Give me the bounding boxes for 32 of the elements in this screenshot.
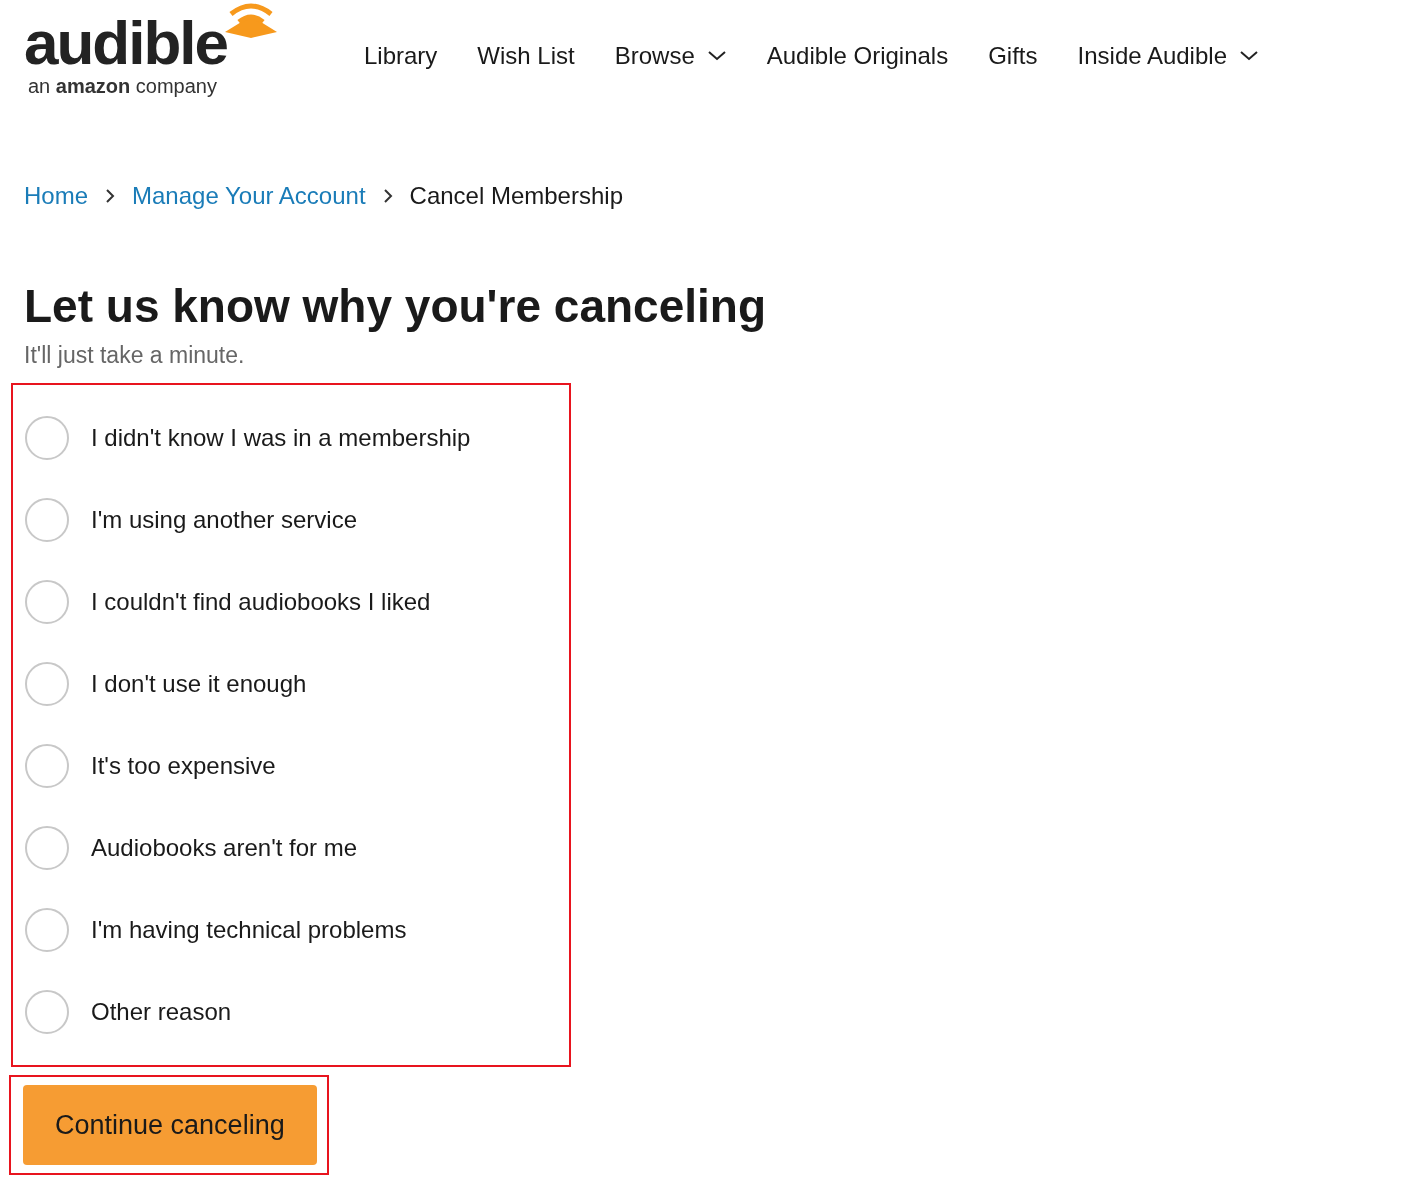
option-label: It's too expensive: [91, 752, 276, 780]
option-label: I couldn't find audiobooks I liked: [91, 588, 431, 616]
option-label: I don't use it enough: [91, 670, 307, 698]
radio-button[interactable]: [25, 580, 69, 624]
radio-button[interactable]: [25, 662, 69, 706]
radio-button[interactable]: [25, 826, 69, 870]
radio-button[interactable]: [25, 498, 69, 542]
radio-button[interactable]: [25, 908, 69, 952]
radio-button[interactable]: [25, 744, 69, 788]
page-subtitle: It'll just take a minute.: [24, 342, 246, 369]
chevron-down-icon: [706, 50, 727, 62]
option-label: I didn't know I was in a membership: [91, 424, 471, 452]
breadcrumb-link[interactable]: Manage Your Account: [132, 182, 366, 210]
nav-link[interactable]: Browse: [614, 42, 727, 70]
page-heading: Let us know why you're canceling: [24, 279, 767, 334]
radio-button[interactable]: [25, 990, 69, 1034]
continue-button[interactable]: Continue canceling: [23, 1085, 317, 1165]
nav-link[interactable]: Wish List: [477, 42, 575, 70]
nav-link[interactable]: Audible Originals: [766, 42, 949, 70]
chevron-right-icon: [381, 187, 394, 205]
nav-link[interactable]: Library: [364, 42, 438, 70]
radio-button[interactable]: [25, 416, 69, 460]
nav-link[interactable]: Inside Audible: [1077, 42, 1259, 70]
option-label: Other reason: [91, 998, 232, 1026]
option-label: I'm having technical problems: [91, 916, 407, 944]
nav-link[interactable]: Gifts: [988, 42, 1038, 70]
breadcrumb-link[interactable]: Home: [24, 182, 89, 210]
chevron-down-icon: [1239, 50, 1259, 62]
breadcrumb-current: Cancel Membership: [409, 182, 623, 210]
chevron-right-icon: [104, 187, 117, 205]
option-label: I'm using another service: [91, 506, 358, 534]
option-label: Audiobooks aren't for me: [91, 834, 358, 862]
